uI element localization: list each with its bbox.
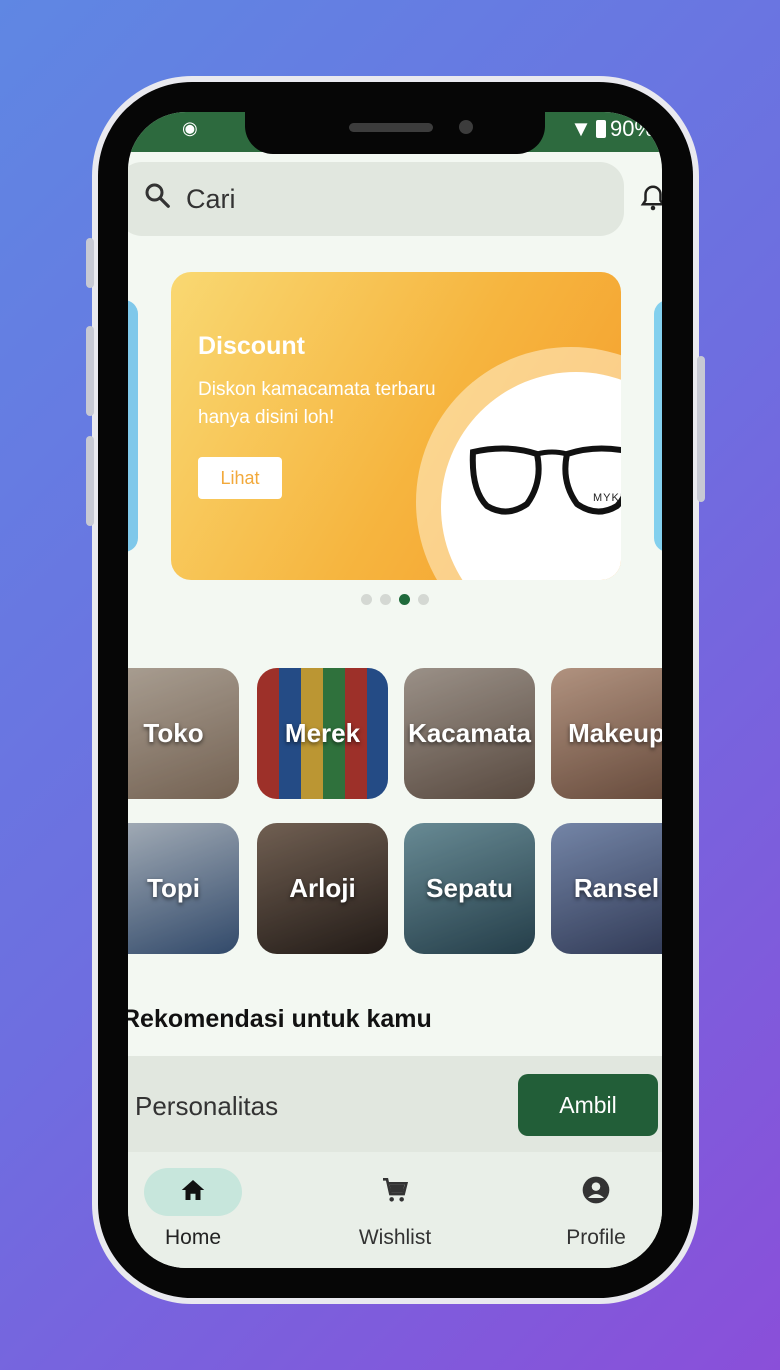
search-bar[interactable]: Cari (128, 162, 624, 236)
bottom-navigation: Home Wishlist Profile (128, 1152, 662, 1268)
category-label: Makeup (568, 718, 662, 748)
search-icon (142, 180, 172, 218)
front-camera (459, 120, 473, 134)
battery-percentage: 90% (609, 116, 654, 141)
category-label: Ransel (573, 873, 660, 903)
carousel-dot-active[interactable] (399, 594, 410, 605)
banner-view-button[interactable]: Lihat (198, 457, 282, 499)
home-icon (178, 1175, 208, 1210)
nav-home-indicator (144, 1168, 242, 1216)
category-makeup[interactable]: Makeup (551, 668, 662, 799)
speaker-grille (349, 123, 433, 132)
category-label: Arloji (289, 873, 356, 903)
banner-brand-logo: MYKI (593, 492, 621, 504)
nav-profile-indicator (547, 1168, 645, 1216)
search-placeholder: Cari (186, 183, 236, 214)
category-label: Toko (143, 718, 204, 748)
wifi-icon: ▼ (570, 116, 592, 141)
category-toko[interactable]: Toko (128, 668, 239, 799)
category-topi[interactable]: Topi (128, 823, 239, 954)
nav-wishlist[interactable]: Wishlist (335, 1168, 455, 1250)
banner-title: Discount (198, 332, 305, 360)
nav-profile[interactable]: Profile (536, 1168, 656, 1250)
category-label: Merek (284, 718, 361, 748)
nav-wishlist-label: Wishlist (358, 1226, 432, 1249)
claim-button[interactable]: Ambil (518, 1074, 658, 1136)
promo-carousel[interactable]: Discount Diskon kamacamata terbaru hanya… (128, 272, 662, 582)
personality-card: Personalitas Ambil (128, 1056, 662, 1152)
account-icon (580, 1174, 612, 1211)
personality-label: Personalitas (135, 1091, 279, 1121)
nav-home[interactable]: Home (133, 1168, 253, 1250)
category-ransel[interactable]: Ransel (551, 823, 662, 954)
camera-notch (245, 112, 545, 154)
cart-icon (379, 1174, 411, 1211)
category-sepatu[interactable]: Sepatu (404, 823, 535, 954)
phone-side-button-3 (86, 436, 94, 526)
nav-profile-label: Profile (566, 1226, 626, 1249)
carousel-indicator (361, 594, 429, 605)
phone-side-button-2 (86, 326, 94, 416)
phone-side-button-1 (86, 238, 94, 288)
category-kacamata[interactable]: Kacamata (404, 668, 535, 799)
carousel-prev-slide[interactable] (128, 300, 138, 552)
category-label: Topi (147, 873, 200, 903)
recommendation-heading: Rekomendasi untuk kamu (128, 1005, 432, 1033)
battery-icon (595, 120, 606, 138)
category-merek[interactable]: Merek (257, 668, 388, 799)
eyeglasses-icon (469, 445, 621, 515)
category-label: Kacamata (408, 718, 531, 748)
carousel-dot[interactable] (361, 594, 372, 605)
carousel-dot[interactable] (418, 594, 429, 605)
banner-subtitle: Diskon kamacamata terbaru hanya disini l… (198, 379, 436, 428)
category-label: Sepatu (426, 873, 513, 903)
discount-banner[interactable]: Discount Diskon kamacamata terbaru hanya… (171, 272, 621, 580)
nav-wishlist-indicator (346, 1168, 444, 1216)
status-indicators: ▼ 90% (570, 116, 654, 142)
phone-power-button (697, 356, 705, 502)
app-screen: ◉ ▼ 90% Cari Discount Diskon kamacamata … (128, 112, 662, 1268)
category-arloji[interactable]: Arloji (257, 823, 388, 954)
carousel-next-slide[interactable] (654, 300, 662, 552)
screen-record-icon: ◉ (182, 118, 198, 138)
carousel-dot[interactable] (380, 594, 391, 605)
nav-home-label: Home (164, 1226, 222, 1249)
notification-bell-icon[interactable] (638, 182, 662, 221)
